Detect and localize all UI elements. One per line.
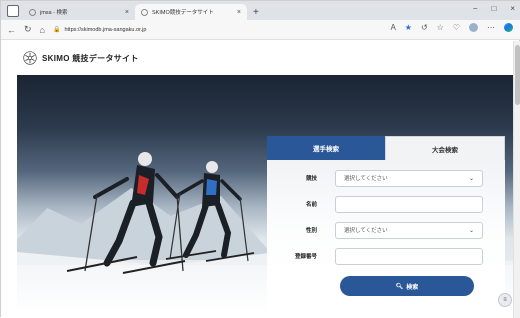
form-row-name: 名前	[285, 194, 483, 214]
tab-favicon-icon	[141, 8, 148, 16]
lock-icon: 🔒	[52, 27, 61, 33]
form-row-registration-number: 登録番号	[285, 246, 483, 266]
page-menu-icon[interactable]: ≡	[498, 293, 512, 307]
home-icon[interactable]: ⌂	[40, 25, 45, 35]
competition-label: 競技	[305, 176, 317, 182]
scrollbar-thumb[interactable]	[515, 45, 520, 105]
gender-select-value: 選択してください	[344, 228, 388, 234]
browser-tab-skimo[interactable]: SKIMO競技データサイト ×	[135, 4, 247, 20]
close-window-button[interactable]: ×	[510, 4, 515, 13]
site-header: SKIMO 競技データサイト	[1, 41, 513, 75]
competition-select-value: 選択してください	[344, 176, 388, 182]
close-tab-icon[interactable]: ×	[237, 9, 241, 16]
browser-toolbar: A ★ ↺ ☆ ♡ ⋯	[390, 23, 513, 32]
gender-label: 性別	[305, 228, 317, 234]
search-panel: 選手検索 大会検索 競技 選択してください ⌄ 名前 性別 選択してください ⌄…	[267, 136, 505, 314]
skier-image	[165, 161, 255, 262]
more-icon[interactable]: ⋯	[487, 23, 495, 32]
minimize-button[interactable]: −	[473, 4, 478, 13]
web-page: SKIMO 競技データサイト 選手検索 大会検索 競技 選択してください ⌄ 名…	[1, 41, 513, 318]
tab-athlete-search[interactable]: 選手検索	[267, 136, 385, 160]
close-tab-icon[interactable]: ×	[125, 9, 129, 16]
new-tab-button[interactable]: +	[253, 7, 259, 18]
tab-favicon-icon	[29, 8, 36, 16]
star-icon[interactable]: ★	[405, 23, 412, 32]
search-button[interactable]: 🔍︎ 検索	[340, 276, 474, 296]
tab-title: SKIMO競技データサイト	[152, 10, 214, 16]
read-aloud-icon[interactable]: A	[390, 23, 395, 32]
search-form: 競技 選択してください ⌄ 名前 性別 選択してください ⌄ 登録番号 🔍︎ 検…	[267, 160, 505, 296]
window-controls: − □ ×	[473, 4, 515, 13]
search-button-label: 検索	[406, 284, 419, 291]
form-row-competition: 競技 選択してください ⌄	[285, 168, 483, 188]
back-icon[interactable]: ←	[7, 25, 16, 35]
name-label: 名前	[305, 202, 317, 208]
tab-title: jmsa - 検索	[40, 10, 68, 16]
refresh-icon[interactable]: ↺	[421, 23, 428, 32]
gender-select[interactable]: 選択してください ⌄	[335, 221, 483, 239]
chevron-down-icon: ⌄	[468, 175, 474, 182]
form-row-gender: 性別 選択してください ⌄	[285, 220, 483, 240]
tab-strip: jmsa - 検索 × SKIMO競技データサイト × + − □ ×	[1, 1, 520, 20]
search-icon: 🔍︎	[395, 283, 404, 290]
competition-select[interactable]: 選択してください ⌄	[335, 169, 483, 187]
url-text: https://skimodb.jma-sangaku.or.jp	[64, 26, 147, 33]
registration-number-input[interactable]	[335, 247, 483, 265]
registration-number-label: 登録番号	[294, 254, 317, 260]
shield-icon[interactable]: ♡	[453, 23, 460, 32]
browser-tab-search[interactable]: jmsa - 検索 ×	[23, 4, 135, 20]
vertical-scrollbar[interactable]	[513, 41, 520, 318]
reload-icon[interactable]: ↻	[24, 24, 32, 35]
window-menu-icon[interactable]	[7, 5, 19, 17]
copilot-icon[interactable]	[504, 23, 513, 32]
url-field[interactable]: 🔒 https://skimodb.jma-sangaku.or.jp	[53, 23, 383, 37]
search-tabs: 選手検索 大会検索	[267, 136, 505, 160]
profile-avatar[interactable]	[469, 23, 478, 32]
favorites-icon[interactable]: ☆	[437, 23, 444, 32]
skimo-logo-icon[interactable]	[23, 51, 37, 65]
browser-window: jmsa - 検索 × SKIMO競技データサイト × + − □ × ← ↻ …	[0, 0, 520, 318]
chevron-down-icon: ⌄	[468, 227, 474, 234]
tab-competition-search[interactable]: 大会検索	[385, 136, 505, 160]
site-title[interactable]: SKIMO 競技データサイト	[42, 53, 139, 64]
maximize-button[interactable]: □	[491, 4, 496, 13]
name-input[interactable]	[335, 195, 483, 213]
address-bar: ← ↻ ⌂ 🔒 https://skimodb.jma-sangaku.or.j…	[1, 20, 520, 40]
